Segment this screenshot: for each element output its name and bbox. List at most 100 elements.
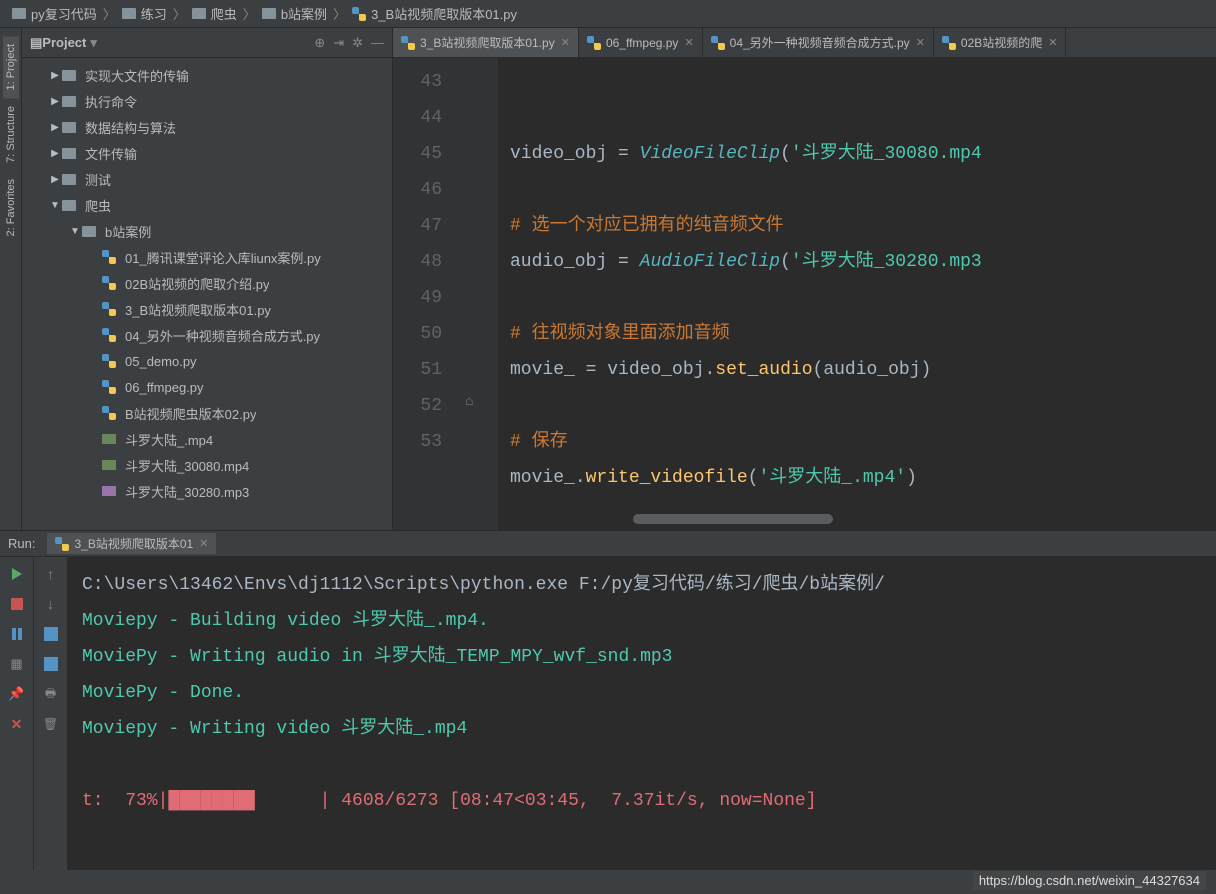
folder-icon	[62, 96, 76, 107]
code-content[interactable]: video_obj = VideoFileClip('斗罗大陆_30080.mp…	[498, 58, 1216, 530]
tree-label: B站视频爬虫版本02.py	[125, 404, 256, 423]
folder-icon	[82, 226, 96, 237]
pin-button[interactable]: 📌	[8, 685, 26, 703]
stop-button[interactable]	[8, 595, 26, 613]
tree-row[interactable]: 04_另外一种视频音频合成方式.py	[22, 322, 392, 348]
breadcrumb: py复习代码〉练习〉爬虫〉b站案例〉3_B站视频爬取版本01.py	[0, 0, 1216, 28]
softwrap-button[interactable]	[42, 625, 60, 643]
scroll-button[interactable]	[42, 655, 60, 673]
close-icon[interactable]: ✕	[561, 36, 570, 49]
code-line[interactable]	[510, 280, 1216, 316]
tree-row[interactable]: 06_ffmpeg.py	[22, 374, 392, 400]
breadcrumb-label: py复习代码	[31, 4, 97, 23]
console-line: Moviepy - Writing video 斗罗大陆_.mp4	[82, 711, 1202, 747]
tree-row[interactable]: 01_腾讯课堂评论入库liunx案例.py	[22, 244, 392, 270]
python-icon	[102, 276, 116, 290]
tree-row[interactable]: 02B站视频的爬取介绍.py	[22, 270, 392, 296]
up-button[interactable]: ↑	[42, 565, 60, 583]
tree-arrow-icon[interactable]: ▼	[68, 226, 82, 237]
tab-label: 3_B站视频爬取版本01.py	[420, 34, 555, 51]
console-line: MoviePy - Writing audio in 斗罗大陆_TEMP_MPY…	[82, 639, 1202, 675]
folder-icon	[192, 8, 206, 19]
tree-row[interactable]: ▶ 执行命令	[22, 88, 392, 114]
locate-icon[interactable]: ⊕	[314, 35, 325, 51]
tab-label: 04_另外一种视频音频合成方式.py	[730, 34, 910, 51]
layout-button[interactable]: ▦	[8, 655, 26, 673]
tree-row[interactable]: ▶ 数据结构与算法	[22, 114, 392, 140]
tree-row[interactable]: 斗罗大陆_30280.mp3	[22, 478, 392, 504]
gutter-marks: ⌂	[453, 58, 498, 530]
code-line[interactable]	[510, 388, 1216, 424]
tree-label: 数据结构与算法	[85, 118, 176, 137]
trash-button[interactable]: 🗑	[42, 715, 60, 733]
code-area[interactable]: 4344454647484950515253 ⌂ video_obj = Vid…	[393, 58, 1216, 530]
tree-row[interactable]: 05_demo.py	[22, 348, 392, 374]
close-icon[interactable]: ✕	[684, 36, 693, 49]
breadcrumb-item[interactable]: 爬虫	[188, 2, 241, 25]
tree-row[interactable]: 斗罗大陆_.mp4	[22, 426, 392, 452]
close-icon[interactable]: ✕	[1048, 36, 1057, 49]
tree-row[interactable]: 3_B站视频爬取版本01.py	[22, 296, 392, 322]
line-number: 48	[393, 244, 442, 280]
tree-row[interactable]: ▶ 文件传输	[22, 140, 392, 166]
editor-area: 3_B站视频爬取版本01.py✕06_ffmpeg.py✕04_另外一种视频音频…	[393, 28, 1216, 530]
tree-label: 执行命令	[85, 92, 137, 111]
editor-tab[interactable]: 02B站视频的爬✕	[934, 28, 1067, 57]
tree-row[interactable]: 斗罗大陆_30080.mp4	[22, 452, 392, 478]
tree-arrow-icon[interactable]: ▶	[48, 70, 62, 81]
tree-arrow-icon[interactable]: ▶	[48, 148, 62, 159]
tree-row[interactable]: ▼b站案例	[22, 218, 392, 244]
run-tab[interactable]: 3_B站视频爬取版本01 ✕	[47, 533, 216, 554]
code-line[interactable]: # 往视频对象里面添加音频	[510, 316, 1216, 352]
tool-window-tab[interactable]: 2: Favorites	[3, 171, 19, 244]
editor-tab[interactable]: 04_另外一种视频音频合成方式.py ✕	[703, 28, 934, 57]
code-line[interactable]: # 保存	[510, 424, 1216, 460]
tree-row[interactable]: ▶实现大文件的传输	[22, 62, 392, 88]
hide-icon[interactable]: —	[371, 35, 384, 51]
fold-mark-icon[interactable]: ⌂	[465, 394, 473, 410]
console-output[interactable]: C:\Users\13462\Envs\dj1112\Scripts\pytho…	[68, 557, 1216, 870]
tool-window-tab[interactable]: 7: Structure	[3, 98, 19, 171]
rerun-button[interactable]	[8, 565, 26, 583]
project-title[interactable]: ▤ Project▾	[30, 35, 97, 51]
code-line[interactable]: movie_.write_videofile('斗罗大陆_.mp4')	[510, 460, 1216, 496]
breadcrumb-item[interactable]: b站案例	[258, 2, 331, 25]
code-line[interactable]: movie_ = video_obj.set_audio(audio_obj)	[510, 352, 1216, 388]
close-icon[interactable]: ✕	[199, 537, 208, 550]
code-line[interactable]: audio_obj = AudioFileClip('斗罗大陆_30280.mp…	[510, 244, 1216, 280]
tool-window-tab[interactable]: 1: Project	[3, 36, 19, 98]
line-number: 52	[393, 388, 442, 424]
tree-arrow-icon[interactable]: ▶	[48, 96, 62, 107]
tree-arrow-icon[interactable]: ▶	[48, 122, 62, 133]
close-icon[interactable]: ✕	[916, 36, 925, 49]
breadcrumb-item[interactable]: 3_B站视频爬取版本01.py	[348, 2, 521, 25]
down-button[interactable]: ↓	[42, 595, 60, 613]
code-line[interactable]	[510, 172, 1216, 208]
tree-label: 文件传输	[85, 144, 137, 163]
tree-label: 3_B站视频爬取版本01.py	[125, 300, 271, 319]
close-button[interactable]: ✕	[8, 715, 26, 733]
folder-icon	[62, 174, 76, 185]
tree-arrow-icon[interactable]: ▼	[48, 200, 62, 211]
breadcrumb-item[interactable]: 练习	[118, 2, 171, 25]
pause-button[interactable]	[8, 625, 26, 643]
code-line[interactable]: video_obj = VideoFileClip('斗罗大陆_30080.mp…	[510, 136, 1216, 172]
horizontal-scrollbar[interactable]	[633, 514, 833, 524]
tree-row[interactable]: B站视频爬虫版本02.py	[22, 400, 392, 426]
tree-row[interactable]: ▼爬虫	[22, 192, 392, 218]
code-line[interactable]: # 选一个对应已拥有的纯音频文件	[510, 208, 1216, 244]
tree-arrow-icon[interactable]: ▶	[48, 174, 62, 185]
breadcrumb-label: 爬虫	[211, 4, 237, 23]
editor-tab[interactable]: 06_ffmpeg.py✕	[579, 28, 703, 57]
chevron-right-icon: 〉	[103, 4, 116, 23]
code-line[interactable]	[510, 496, 1216, 530]
folder-icon	[12, 8, 26, 19]
print-button[interactable]: 🖶	[42, 685, 60, 703]
tree-row[interactable]: ▶测试	[22, 166, 392, 192]
tree-label: 04_另外一种视频音频合成方式.py	[125, 326, 320, 345]
editor-tab[interactable]: 3_B站视频爬取版本01.py ✕	[393, 28, 579, 57]
breadcrumb-item[interactable]: py复习代码	[8, 2, 101, 25]
line-number: 49	[393, 280, 442, 316]
collapse-icon[interactable]: ⇥	[333, 35, 344, 51]
settings-icon[interactable]: ✲	[352, 35, 363, 51]
